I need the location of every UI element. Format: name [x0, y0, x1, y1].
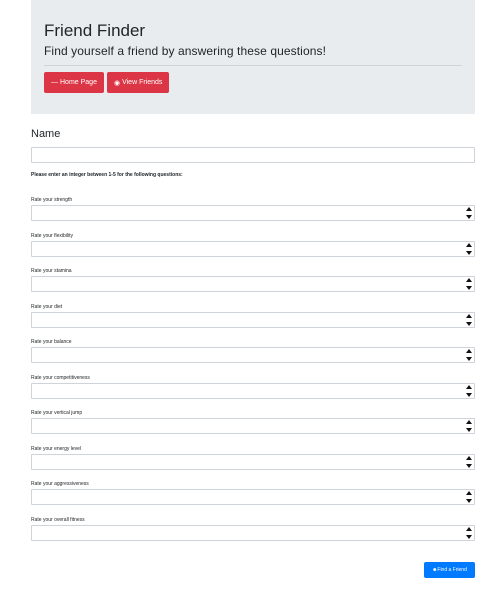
- number-spinner[interactable]: [466, 349, 472, 361]
- instructions-text: Please enter an integer between 1-5 for …: [31, 172, 183, 178]
- rating-number-input[interactable]: [31, 311, 475, 328]
- question-item: Rate your stamina: [31, 268, 475, 292]
- spinner-up-icon[interactable]: [466, 420, 472, 424]
- spinner-down-icon[interactable]: [466, 428, 472, 432]
- home-page-button[interactable]: — Home Page: [44, 72, 104, 93]
- spinner-down-icon[interactable]: [466, 463, 472, 468]
- question-item: Rate your energy level: [31, 446, 475, 470]
- rating-number-input[interactable]: [31, 347, 475, 363]
- spinner-up-icon[interactable]: [466, 242, 472, 247]
- number-spinner[interactable]: [466, 278, 472, 290]
- header-divider: [44, 65, 462, 66]
- question-label: Rate your flexibility: [31, 232, 73, 239]
- number-spinner[interactable]: [466, 491, 472, 503]
- number-spinner[interactable]: [466, 207, 472, 219]
- home-page-button-label: Home Page: [60, 79, 97, 86]
- number-spinner[interactable]: [466, 420, 472, 432]
- question-label: Rate your balance: [31, 339, 72, 345]
- spinner-down-icon[interactable]: [466, 215, 472, 219]
- question-label: Rate your aggressiveness: [31, 481, 89, 487]
- number-spinner[interactable]: [466, 242, 472, 255]
- name-input[interactable]: [31, 147, 475, 163]
- question-label: Rate your competitiveness: [31, 374, 90, 381]
- rating-number-input[interactable]: [31, 382, 475, 399]
- spinner-down-icon[interactable]: [466, 499, 472, 503]
- spinner-down-icon[interactable]: [466, 286, 472, 290]
- page-title: Friend Finder: [44, 21, 146, 40]
- rating-number-input[interactable]: [31, 240, 475, 257]
- find-a-friend-button-label: Find a Friend: [437, 567, 467, 573]
- question-label: Rate your overall fitness: [31, 516, 85, 523]
- spinner-down-icon[interactable]: [466, 321, 472, 326]
- view-friends-button-label: View Friends: [122, 79, 163, 86]
- question-item: Rate your balance: [31, 339, 475, 363]
- question-item: Rate your vertical jump: [31, 410, 475, 434]
- header-button-row: — Home Page ◉ View Friends: [44, 72, 462, 93]
- spinner-up-icon[interactable]: [466, 349, 472, 353]
- spinner-down-icon[interactable]: [466, 534, 472, 539]
- spinner-down-icon[interactable]: [466, 392, 472, 397]
- rating-number-input[interactable]: [31, 205, 475, 221]
- jumbotron-header: Friend Finder Find yourself a friend by …: [31, 0, 475, 114]
- rating-number-input[interactable]: [31, 418, 475, 434]
- spinner-up-icon[interactable]: [466, 313, 472, 318]
- survey-form: Name Please enter an integer between 1-5…: [31, 127, 475, 541]
- question-item: Rate your competitiveness: [31, 375, 475, 399]
- spinner-up-icon[interactable]: [466, 207, 472, 211]
- spinner-down-icon[interactable]: [466, 357, 472, 361]
- question-item: Rate your overall fitness: [31, 517, 475, 541]
- spinner-up-icon[interactable]: [466, 491, 472, 495]
- page-subtitle: Find yourself a friend by answering thes…: [44, 44, 327, 58]
- question-label: Rate your stamina: [31, 268, 72, 274]
- spinner-up-icon[interactable]: [466, 278, 472, 282]
- rating-number-input[interactable]: [31, 489, 475, 505]
- find-a-friend-button[interactable]: ☻ Find a Friend: [424, 562, 475, 578]
- spinner-up-icon[interactable]: [466, 455, 472, 460]
- rating-number-input[interactable]: [31, 276, 475, 292]
- question-item: Rate your aggressiveness: [31, 481, 475, 505]
- spinner-up-icon[interactable]: [466, 526, 472, 531]
- view-friends-button[interactable]: ◉ View Friends: [106, 72, 170, 93]
- spinner-down-icon[interactable]: [466, 250, 472, 255]
- number-spinner[interactable]: [466, 384, 472, 397]
- question-item: Rate your strength: [31, 197, 475, 221]
- question-label: Rate your energy level: [31, 445, 82, 452]
- name-label: Name: [31, 128, 61, 140]
- question-label: Rate your diet: [31, 303, 63, 310]
- eye-icon: ◉: [113, 79, 121, 87]
- number-spinner[interactable]: [466, 455, 472, 468]
- rating-number-input[interactable]: [31, 524, 475, 541]
- rating-number-input[interactable]: [31, 453, 475, 470]
- spinner-up-icon[interactable]: [466, 384, 472, 389]
- question-label: Rate your vertical jump: [31, 410, 83, 416]
- question-item: Rate your flexibility: [31, 233, 475, 257]
- minus-icon: —: [51, 79, 58, 86]
- number-spinner[interactable]: [466, 526, 472, 539]
- question-label: Rate your strength: [31, 197, 73, 203]
- number-spinner[interactable]: [466, 313, 472, 326]
- question-item: Rate your diet: [31, 304, 475, 328]
